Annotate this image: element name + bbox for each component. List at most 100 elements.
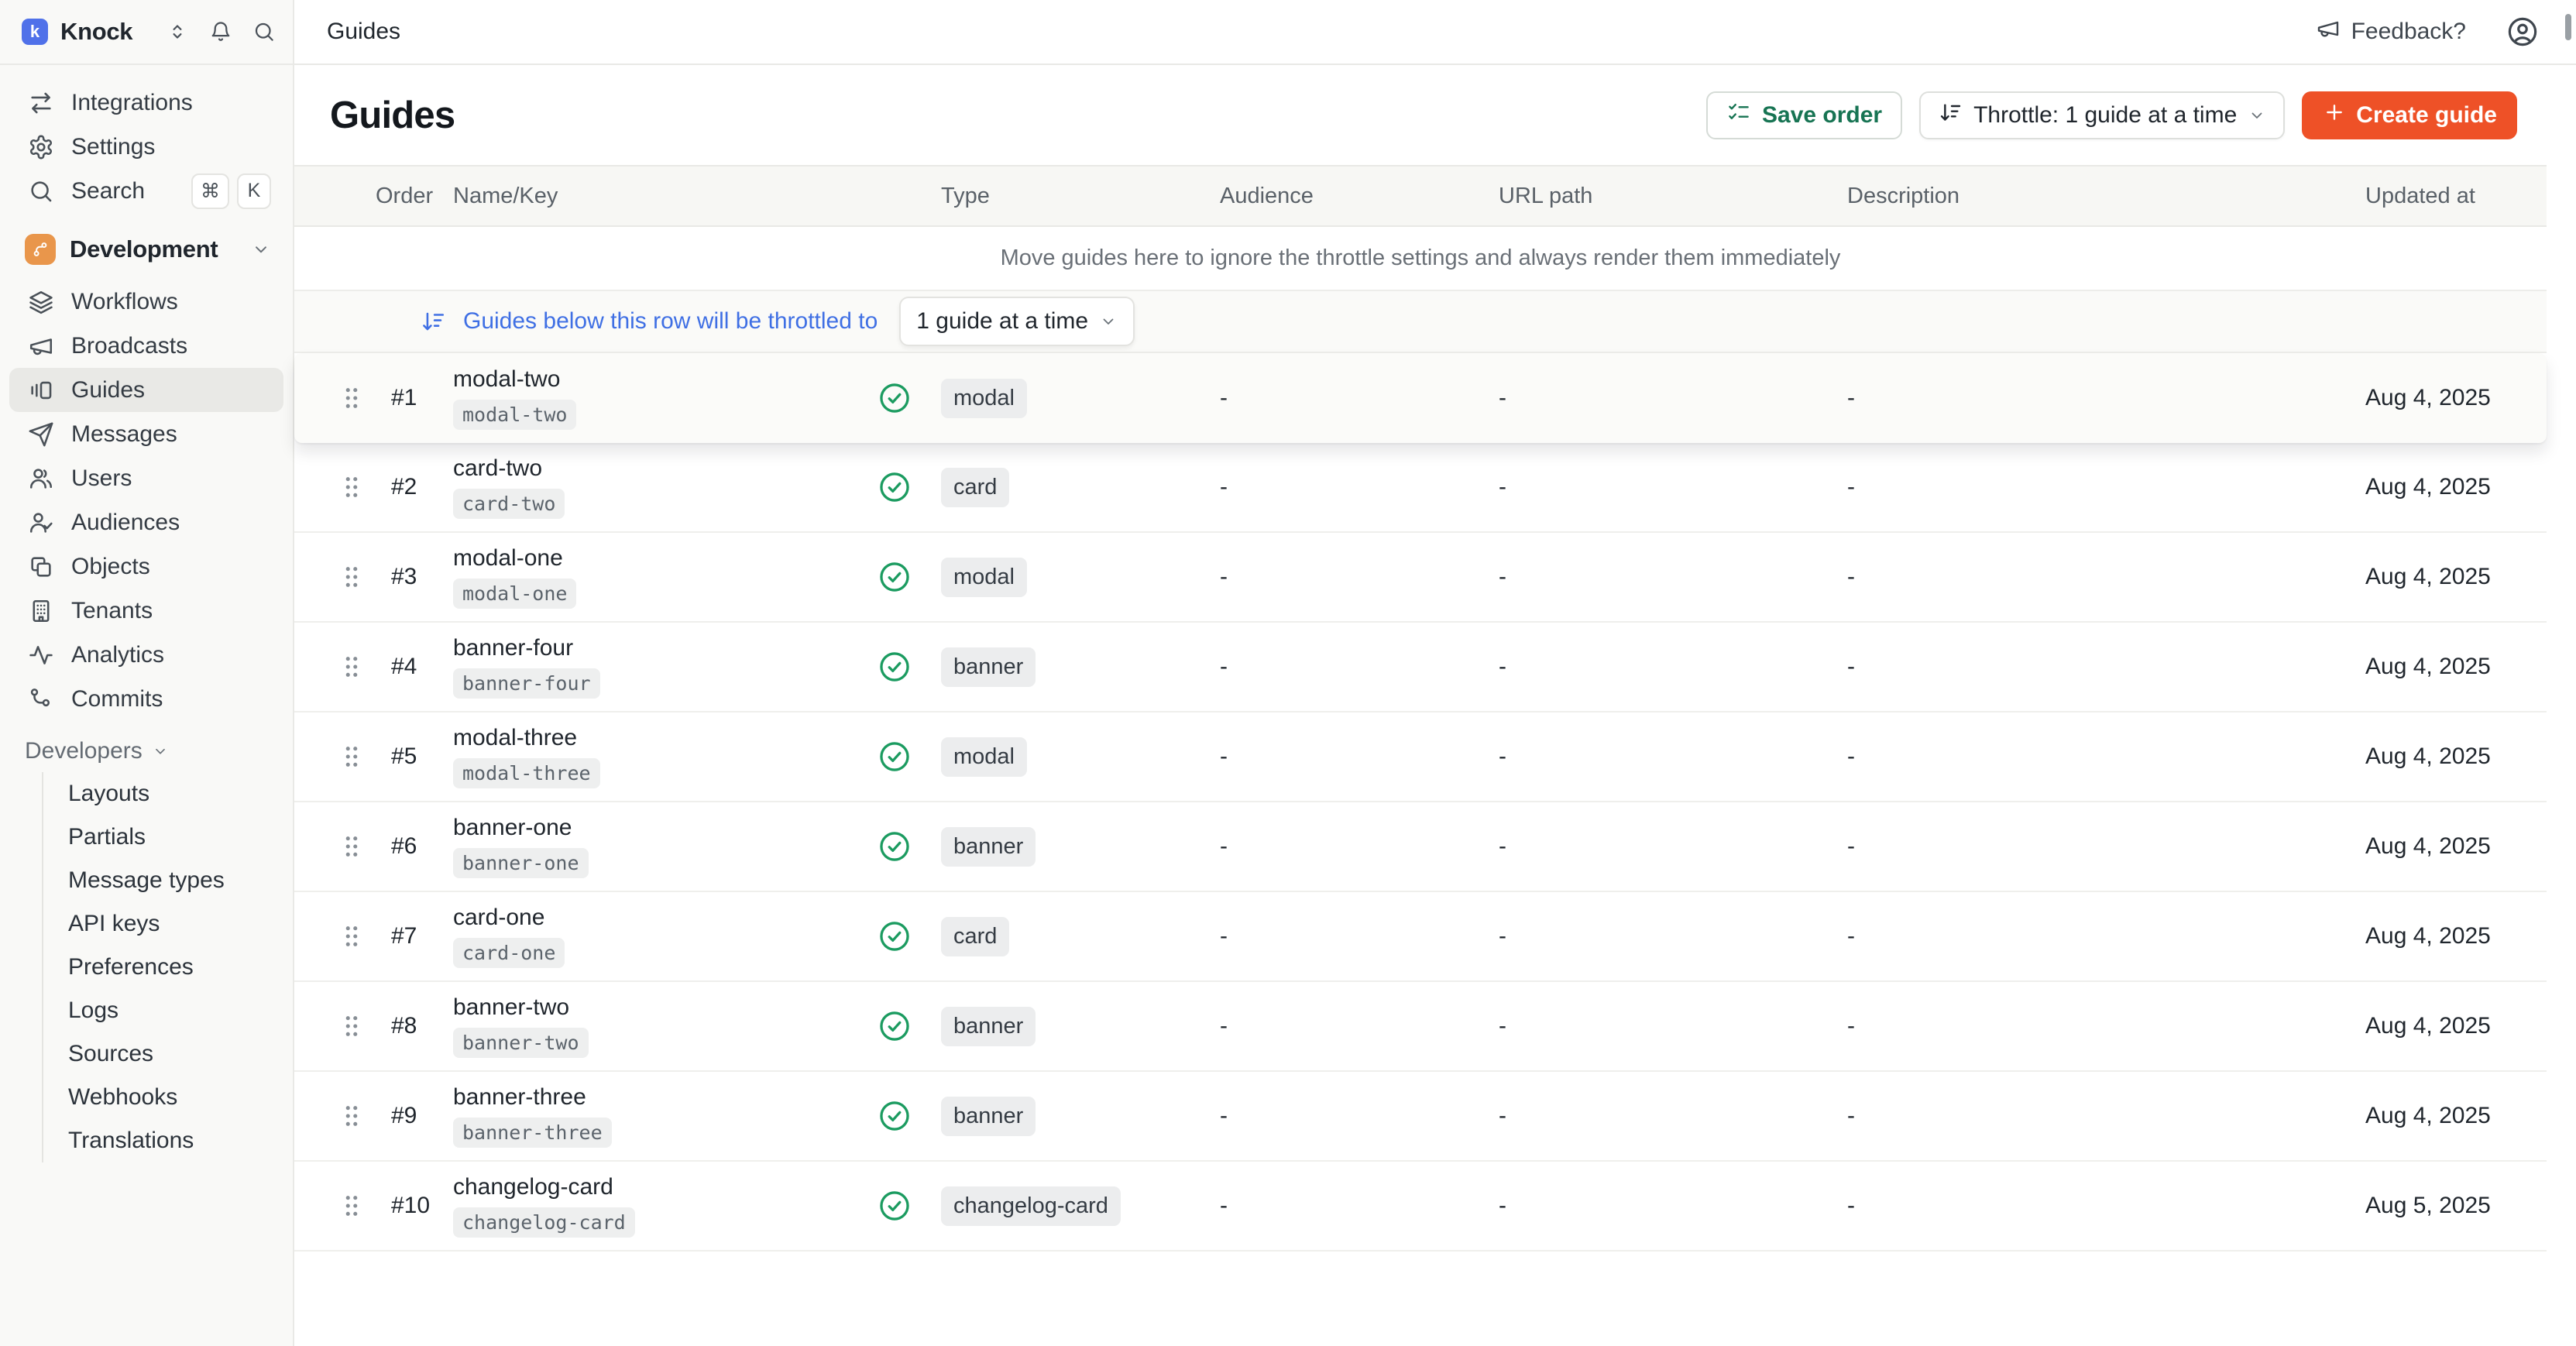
drag-handle-icon[interactable] [337,383,376,413]
sidebar-item-users[interactable]: Users [9,456,283,500]
table-row[interactable]: #7 card-one card-one card - - - Aug 4, 2… [294,892,2547,982]
column-name-key: Name/Key [453,184,864,209]
throttle-amount-select[interactable]: 1 guide at a time [899,297,1135,346]
table-row[interactable]: #5 modal-three modal-three modal - - - A… [294,712,2547,802]
drag-handle-icon[interactable] [337,832,376,861]
column-order: Order [376,184,453,209]
sidebar-subitem-message-types[interactable]: Message types [43,859,283,902]
guide-name-link[interactable]: banner-two [453,994,569,1021]
description-value: - [1832,1013,2354,1039]
type-badge: banner [941,827,1036,867]
knock-logo: k [22,19,48,45]
sidebar-item-guides[interactable]: Guides [9,368,283,412]
guide-name-link[interactable]: modal-one [453,545,563,572]
account-menu-icon[interactable] [2506,15,2539,48]
type-badge: modal [941,379,1027,418]
order-number: #4 [376,654,453,680]
type-badge: banner [941,647,1036,687]
type-badge: banner [941,1007,1036,1046]
updated-at-value: Aug 4, 2025 [2354,474,2547,500]
table-row[interactable]: #4 banner-four banner-four banner - - - … [294,623,2547,712]
updated-at-value: Aug 4, 2025 [2354,654,2547,680]
description-value: - [1832,923,2354,949]
sidebar-item-audiences[interactable]: Audiences [9,500,283,544]
drag-handle-icon[interactable] [337,1101,376,1131]
sidebar-item-search[interactable]: Search ⌘K [9,169,283,213]
sidebar-subitem-logs[interactable]: Logs [43,989,283,1032]
guide-key-badge: banner-one [453,848,589,878]
guide-name-link[interactable]: banner-three [453,1084,586,1111]
sidebar-item-integrations[interactable]: Integrations [9,81,283,125]
guide-name-link[interactable]: modal-three [453,725,577,751]
drag-handle-icon[interactable] [337,472,376,502]
description-value: - [1832,474,2354,500]
url-path-value: - [1483,1103,1832,1129]
table-row[interactable]: #2 card-two card-two card - - - Aug 4, 2… [294,443,2547,533]
description-value: - [1832,1103,2354,1129]
order-number: #9 [376,1103,453,1129]
check-circle-icon [878,1009,912,1043]
drag-handle-icon[interactable] [337,562,376,592]
guide-key-badge: modal-one [453,579,576,609]
guide-key-badge: card-one [453,938,565,968]
guide-name-link[interactable]: banner-one [453,815,572,841]
guide-name-link[interactable]: banner-four [453,635,573,661]
table-row[interactable]: #3 modal-one modal-one modal - - - Aug 4… [294,533,2547,623]
guide-name-link[interactable]: card-one [453,905,544,931]
table-row[interactable]: #6 banner-one banner-one banner - - - Au… [294,802,2547,892]
drag-handle-icon[interactable] [337,1011,376,1041]
column-description: Description [1832,184,2354,209]
gear-icon [28,134,54,160]
sidebar-item-objects[interactable]: Objects [9,544,283,589]
create-guide-button[interactable]: Create guide [2302,91,2517,139]
table-row[interactable]: #8 banner-two banner-two banner - - - Au… [294,982,2547,1072]
order-number: #2 [376,474,453,500]
unthrottled-dropzone[interactable]: Move guides here to ignore the throttle … [294,227,2547,291]
workspace-switcher-icon[interactable] [166,20,189,43]
order-number: #5 [376,743,453,770]
drag-handle-icon[interactable] [337,922,376,951]
drag-handle-icon[interactable] [337,1191,376,1221]
users-icon [28,465,54,492]
developers-section-toggle[interactable]: Developers [9,730,283,772]
sidebar-item-settings[interactable]: Settings [9,125,283,169]
sidebar-subitem-preferences[interactable]: Preferences [43,946,283,989]
sidebar-subitem-webhooks[interactable]: Webhooks [43,1076,283,1119]
list-checks-icon [1726,100,1751,131]
sidebar-item-tenants[interactable]: Tenants [9,589,283,633]
table-row[interactable]: #10 changelog-card changelog-card change… [294,1162,2547,1252]
throttle-dropdown-button[interactable]: Throttle: 1 guide at a time [1919,91,2285,139]
guide-key-badge: banner-three [453,1118,612,1148]
workspace-name: Knock [60,18,153,46]
url-path-value: - [1483,1013,1832,1039]
table-row[interactable]: #1 modal-two modal-two modal - - - Aug 4… [294,353,2547,443]
guide-name-link[interactable]: modal-two [453,366,560,393]
description-value: - [1832,564,2354,590]
sidebar-subitem-translations[interactable]: Translations [43,1119,283,1162]
order-number: #7 [376,923,453,949]
drag-handle-icon[interactable] [337,652,376,682]
sidebar-item-broadcasts[interactable]: Broadcasts [9,324,283,368]
guide-name-link[interactable]: changelog-card [453,1174,613,1200]
sidebar-item-messages[interactable]: Messages [9,412,283,456]
sidebar-subitem-api-keys[interactable]: API keys [43,902,283,946]
environment-switcher[interactable]: Development [9,225,283,273]
search-icon[interactable] [252,20,276,43]
url-path-value: - [1483,564,1832,590]
feedback-button[interactable]: Feedback? [2316,16,2466,47]
sidebar-subitem-layouts[interactable]: Layouts [43,772,283,815]
drag-handle-icon[interactable] [337,742,376,771]
sidebar-subitem-sources[interactable]: Sources [43,1032,283,1076]
save-order-button[interactable]: Save order [1706,91,1902,139]
sidebar-item-commits[interactable]: Commits [9,677,283,721]
guide-name-link[interactable]: card-two [453,455,542,482]
scrollbar-thumb[interactable] [2565,14,2571,40]
sidebar-item-workflows[interactable]: Workflows [9,280,283,324]
sidebar-subitem-partials[interactable]: Partials [43,815,283,859]
check-circle-icon [878,919,912,953]
chevron-down-icon [251,239,271,259]
sidebar-item-analytics[interactable]: Analytics [9,633,283,677]
notifications-bell-icon[interactable] [209,20,232,43]
table-row[interactable]: #9 banner-three banner-three banner - - … [294,1072,2547,1162]
plus-icon [2322,100,2347,131]
